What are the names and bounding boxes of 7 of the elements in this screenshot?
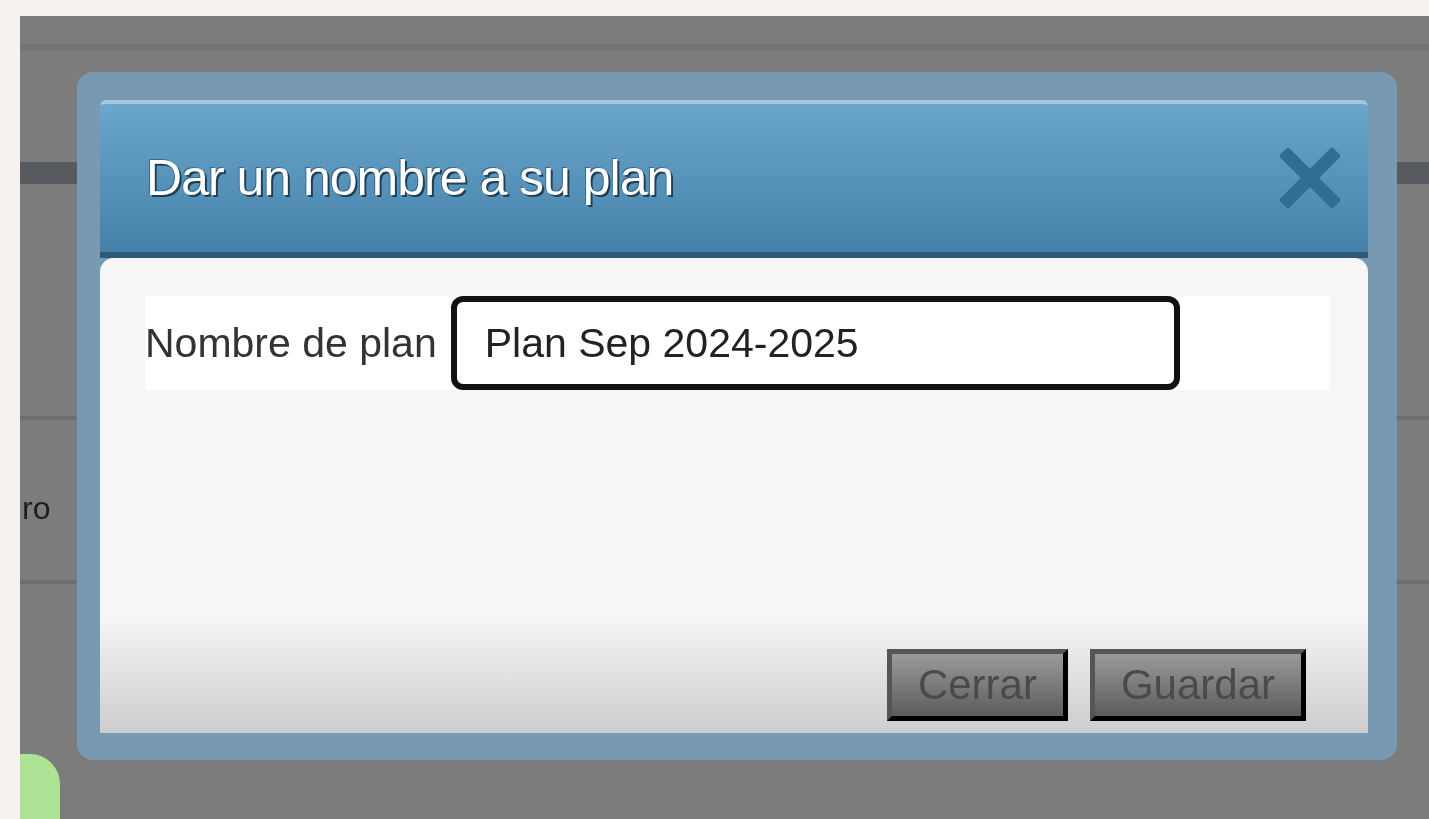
background-text: ro — [22, 490, 51, 527]
field-label: Nombre de plan — [145, 319, 437, 367]
dialog-title: Dar un nombre a su plan — [146, 149, 674, 207]
dialog-button[interactable]: Cerrar — [886, 649, 1068, 721]
dialog-button[interactable]: Guardar — [1089, 649, 1306, 721]
plan-name-field[interactable]: Plan Sep 2024-2025 — [450, 296, 1180, 390]
close-icon[interactable] — [1280, 148, 1340, 208]
